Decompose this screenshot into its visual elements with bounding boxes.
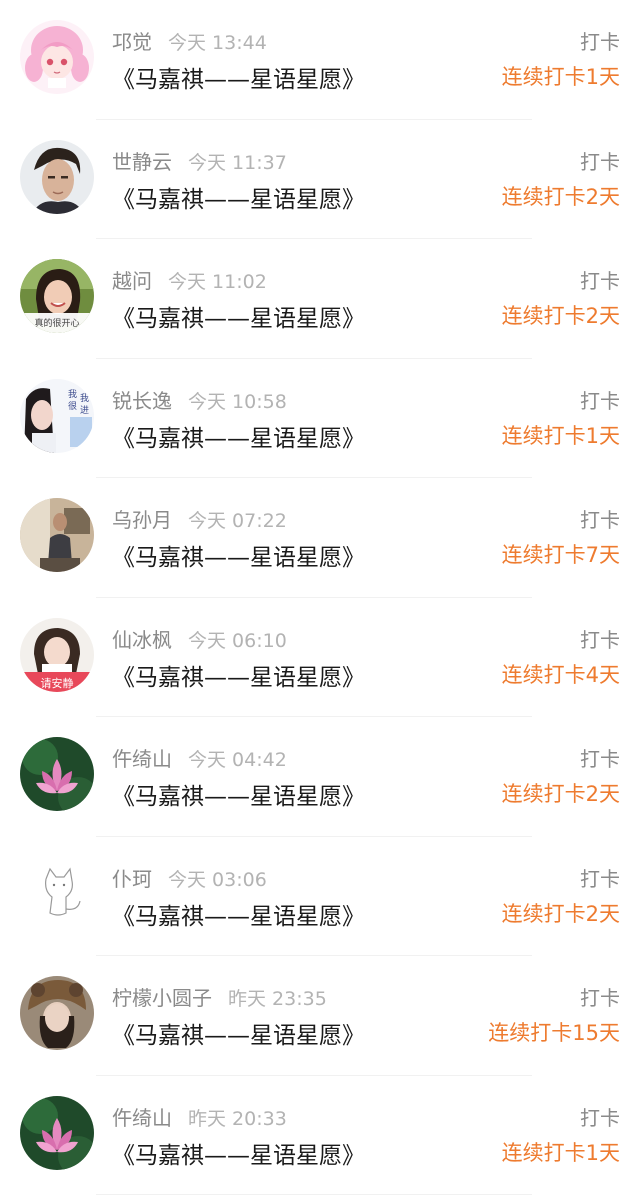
checkin-label: 打卡 [580,385,620,414]
user-name[interactable]: 仙冰枫 [112,628,172,652]
checkin-label: 打卡 [580,982,620,1011]
checkin-label: 打卡 [580,504,620,533]
streak-count: 连续打卡2天 [502,300,620,330]
checkin-list: 邛觉今天 13:44 《马嘉祺——星语星愿》 打卡 连续打卡1天 世静云今天 1… [0,0,640,1195]
song-title[interactable]: 《马嘉祺——星语星愿》 [112,777,365,811]
user-meta: 锐长逸今天 10:58 [112,385,287,414]
avatar-caption: 请安静 [41,676,74,690]
checkin-time: 昨天 23:35 [228,988,327,1010]
svg-text:我: 我 [80,393,89,404]
streak-count: 连续打卡2天 [502,181,620,211]
checkin-time: 今天 11:37 [188,152,287,174]
user-avatar[interactable]: 我 很 我 进 [20,379,94,453]
user-avatar[interactable]: 真的很开心 [20,259,94,333]
user-avatar[interactable] [20,857,94,931]
checkin-time: 今天 13:44 [168,32,267,54]
checkin-label: 打卡 [580,26,620,55]
user-avatar[interactable] [20,976,94,1050]
song-title[interactable]: 《马嘉祺——星语星愿》 [112,897,365,931]
checkin-list-item[interactable]: 仵绮山昨天 20:33 《马嘉祺——星语星愿》 打卡 连续打卡1天 [0,1076,640,1195]
song-title[interactable]: 《马嘉祺——星语星愿》 [112,299,365,333]
svg-text:我: 我 [68,389,77,400]
checkin-time: 今天 06:10 [188,630,287,652]
user-name[interactable]: 世静云 [112,150,172,174]
checkin-time: 今天 11:02 [168,271,267,293]
streak-count: 连续打卡7天 [502,539,620,569]
svg-text:很: 很 [68,400,77,412]
user-meta: 仵绮山今天 04:42 [112,743,287,772]
checkin-list-item[interactable]: 乌孙月今天 07:22 《马嘉祺——星语星愿》 打卡 连续打卡7天 [0,478,640,598]
user-name[interactable]: 仆珂 [112,867,152,891]
user-avatar[interactable] [20,737,94,811]
streak-count: 连续打卡1天 [502,420,620,450]
streak-count: 连续打卡2天 [502,778,620,808]
checkin-list-item[interactable]: 真的很开心 越问今天 11:02 《马嘉祺——星语星愿》 打卡 连续打卡2天 [0,239,640,359]
song-title[interactable]: 《马嘉祺——星语星愿》 [112,658,365,692]
user-meta: 邛觉今天 13:44 [112,26,267,55]
user-avatar[interactable] [20,20,94,94]
checkin-label: 打卡 [580,1102,620,1131]
user-name[interactable]: 锐长逸 [112,389,172,413]
user-name[interactable]: 越问 [112,269,152,293]
user-meta: 仵绮山昨天 20:33 [112,1102,287,1131]
avatar-caption: 真的很开心 [34,317,79,329]
user-meta: 越问今天 11:02 [112,265,267,294]
checkin-label: 打卡 [580,863,620,892]
user-meta: 柠檬小圆子昨天 23:35 [112,982,327,1011]
user-avatar[interactable] [20,498,94,572]
checkin-time: 今天 03:06 [168,869,267,891]
user-avatar[interactable] [20,140,94,214]
checkin-list-item[interactable]: 世静云今天 11:37 《马嘉祺——星语星愿》 打卡 连续打卡2天 [0,120,640,240]
user-avatar[interactable]: 请安静 [20,618,94,692]
streak-count: 连续打卡4天 [502,659,620,689]
checkin-time: 今天 07:22 [188,510,287,532]
checkin-list-item[interactable]: 仵绮山今天 04:42 《马嘉祺——星语星愿》 打卡 连续打卡2天 [0,717,640,837]
checkin-label: 打卡 [580,743,620,772]
checkin-time: 今天 10:58 [188,391,287,413]
song-title[interactable]: 《马嘉祺——星语星愿》 [112,180,365,214]
user-name[interactable]: 仵绮山 [112,747,172,771]
user-name[interactable]: 柠檬小圆子 [112,986,212,1010]
checkin-label: 打卡 [580,146,620,175]
checkin-list-item[interactable]: 我 很 我 进 锐长逸今天 10:58 《马嘉祺——星语星愿》 打卡 连续打卡1… [0,359,640,479]
song-title[interactable]: 《马嘉祺——星语星愿》 [112,419,365,453]
checkin-list-item[interactable]: 邛觉今天 13:44 《马嘉祺——星语星愿》 打卡 连续打卡1天 [0,0,640,120]
checkin-list-item[interactable]: 请安静 仙冰枫今天 06:10 《马嘉祺——星语星愿》 打卡 连续打卡4天 [0,598,640,718]
checkin-list-item[interactable]: 柠檬小圆子昨天 23:35 《马嘉祺——星语星愿》 打卡 连续打卡15天 [0,956,640,1076]
checkin-label: 打卡 [580,624,620,653]
user-meta: 世静云今天 11:37 [112,146,287,175]
streak-count: 连续打卡2天 [502,898,620,928]
song-title[interactable]: 《马嘉祺——星语星愿》 [112,60,365,94]
user-name[interactable]: 乌孙月 [112,508,172,532]
song-title[interactable]: 《马嘉祺——星语星愿》 [112,538,365,572]
user-avatar[interactable] [20,1096,94,1170]
streak-count: 连续打卡1天 [502,61,620,91]
user-name[interactable]: 邛觉 [112,30,152,54]
checkin-label: 打卡 [580,265,620,294]
svg-text:进: 进 [80,405,89,416]
user-name[interactable]: 仵绮山 [112,1106,172,1130]
song-title[interactable]: 《马嘉祺——星语星愿》 [112,1016,365,1050]
user-meta: 仙冰枫今天 06:10 [112,624,287,653]
user-meta: 仆珂今天 03:06 [112,863,267,892]
user-meta: 乌孙月今天 07:22 [112,504,287,533]
checkin-time: 昨天 20:33 [188,1108,287,1130]
streak-count: 连续打卡1天 [502,1137,620,1167]
checkin-time: 今天 04:42 [188,749,287,771]
streak-count: 连续打卡15天 [488,1017,620,1047]
song-title[interactable]: 《马嘉祺——星语星愿》 [112,1136,365,1170]
checkin-list-item[interactable]: 仆珂今天 03:06 《马嘉祺——星语星愿》 打卡 连续打卡2天 [0,837,640,957]
